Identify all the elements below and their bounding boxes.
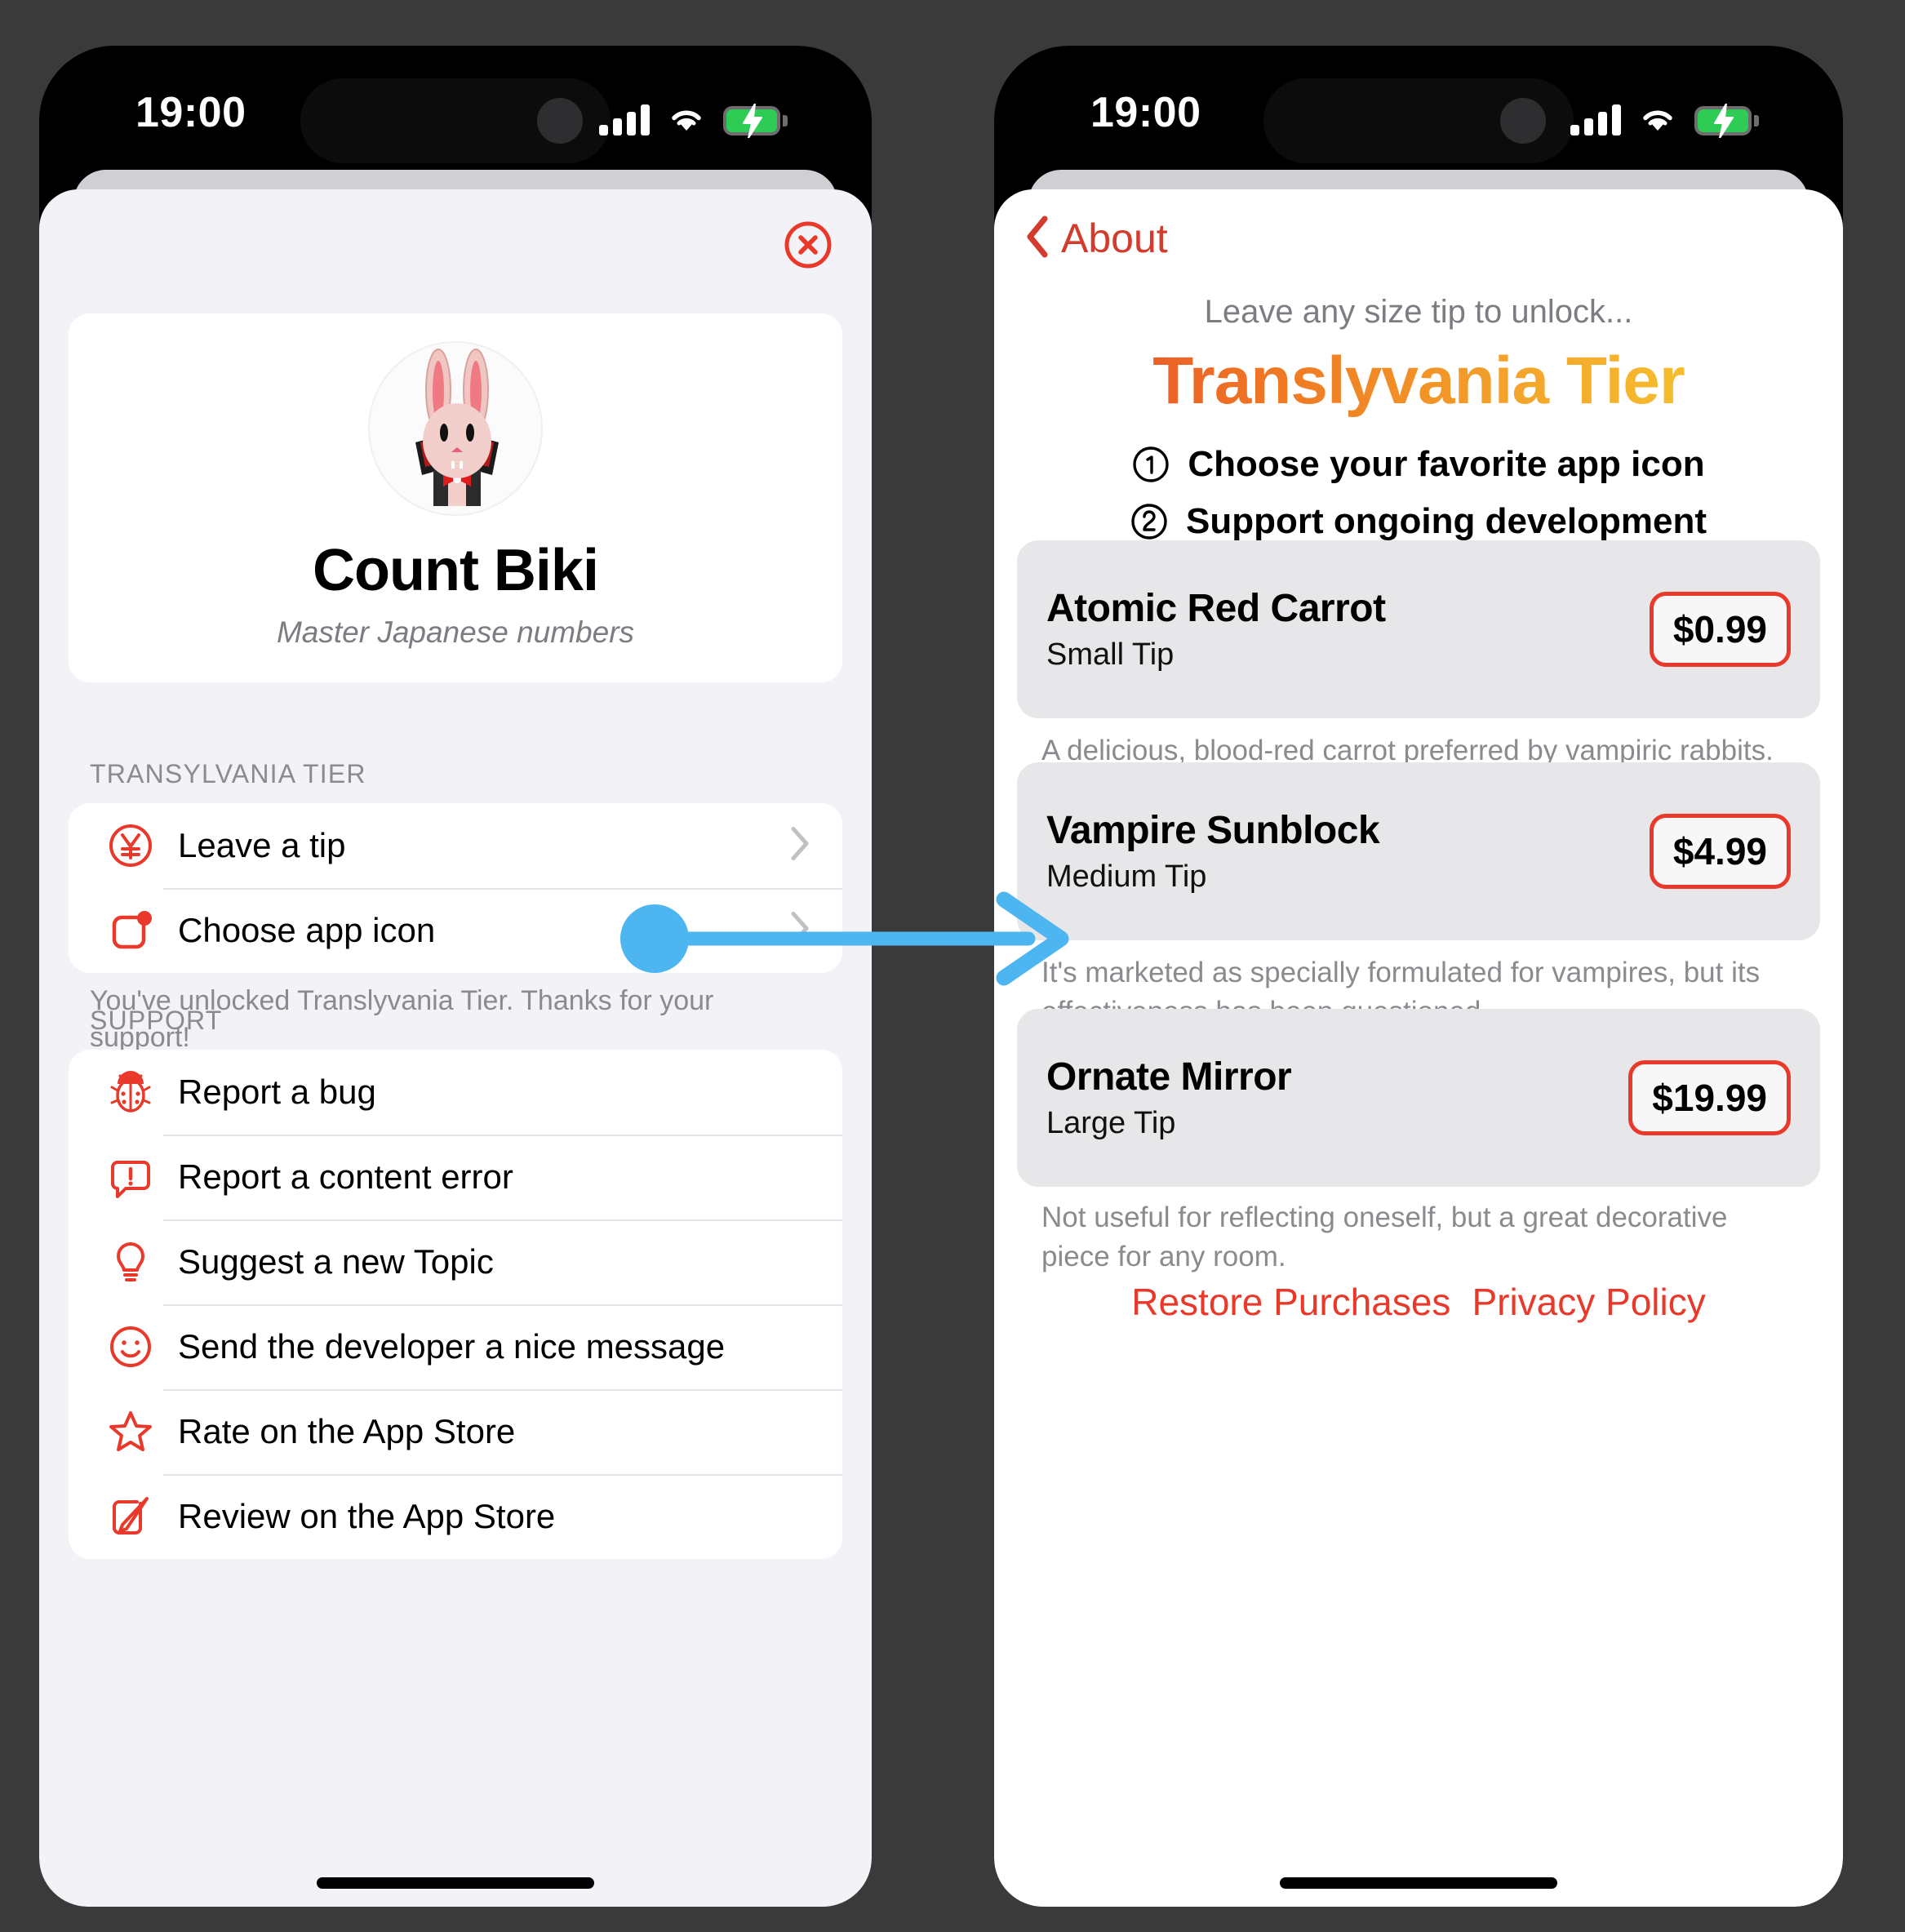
phone-right: 19:00 About Leave any size tip to unlock… — [994, 46, 1843, 1907]
wifi-icon — [1639, 104, 1676, 135]
tip-card[interactable]: Atomic Red Carrot Small Tip $0.99 — [1017, 540, 1820, 718]
sidebar-item-leave-a-tip[interactable]: Leave a tip — [69, 803, 842, 888]
front-camera-lens — [1500, 98, 1546, 144]
app-icon-badge-icon — [98, 908, 163, 953]
lightbulb-icon — [98, 1239, 163, 1285]
chevron-right-icon — [790, 826, 810, 866]
tip-detail-screen: About Leave any size tip to unlock... Tr… — [994, 189, 1843, 1907]
sidebar-item-choose-app-icon[interactable]: Choose app icon — [69, 888, 842, 973]
home-indicator — [317, 1877, 594, 1889]
chevron-right-icon — [790, 911, 810, 951]
vampire-bunny-avatar — [368, 341, 543, 516]
yen-circle-icon — [98, 823, 163, 868]
chevron-left-icon[interactable] — [1025, 215, 1050, 262]
row-label: Report a bug — [178, 1073, 376, 1111]
back-button[interactable]: About — [1061, 215, 1168, 262]
status-bar-left: 19:00 — [39, 46, 872, 176]
battery-charging-icon — [1694, 104, 1759, 138]
exclamation-bubble-icon — [98, 1154, 163, 1200]
number-two-circle-icon — [1130, 503, 1168, 540]
tip-card[interactable]: Ornate Mirror Large Tip $19.99 — [1017, 1009, 1820, 1187]
benefit-label: Choose your favorite app icon — [1188, 444, 1705, 484]
tip-description: Not useful for reflecting oneself, but a… — [1041, 1201, 1728, 1272]
smiley-face-icon — [98, 1324, 163, 1370]
sidebar-item-suggest-a-new-topic[interactable]: Suggest a new Topic — [69, 1219, 842, 1304]
purchase-button[interactable]: $19.99 — [1628, 1060, 1791, 1135]
sidebar-item-send-the-developer-a-nice-message[interactable]: Send the developer a nice message — [69, 1304, 842, 1389]
star-icon — [98, 1409, 163, 1455]
benefit-label: Support ongoing development — [1186, 501, 1707, 541]
status-bar-right: 19:00 — [994, 46, 1843, 176]
tier-group: Leave a tip Choose app icon — [69, 803, 842, 973]
wifi-icon — [668, 104, 705, 135]
row-label: Rate on the App Store — [178, 1412, 516, 1450]
list-item: Support ongoing development — [994, 501, 1843, 542]
pencil-square-icon — [98, 1494, 163, 1539]
restore-purchases-link[interactable]: Restore Purchases — [1131, 1280, 1450, 1324]
row-label: Suggest a new Topic — [178, 1242, 494, 1281]
tip-name: Vampire Sunblock — [1046, 809, 1380, 852]
purchase-button[interactable]: $4.99 — [1649, 814, 1791, 889]
cellular-signal-icon — [599, 104, 650, 135]
navigation-bar: About — [994, 189, 1843, 287]
support-group: Report a bug Report a content error Sugg… — [69, 1050, 842, 1559]
close-button[interactable] — [784, 220, 833, 269]
tip-name: Atomic Red Carrot — [1046, 587, 1386, 630]
row-label: Report a content error — [178, 1157, 513, 1196]
section-header-tier: TRANSYLVANIA TIER — [90, 759, 366, 788]
unlock-lead-text: Leave any size tip to unlock... — [1204, 294, 1633, 330]
row-label: Leave a tip — [178, 826, 346, 864]
dynamic-island — [1263, 78, 1574, 163]
sidebar-item-rate-on-the-app-store[interactable]: Rate on the App Store — [69, 1389, 842, 1474]
status-icons — [599, 91, 788, 138]
hero-subtitle: Master Japanese numbers — [276, 615, 635, 649]
sidebar-item-report-a-content-error[interactable]: Report a content error — [69, 1135, 842, 1219]
purchase-button[interactable]: $0.99 — [1649, 592, 1791, 667]
row-label: Review on the App Store — [178, 1497, 556, 1535]
about-screen: Count Biki Master Japanese numbers TRANS… — [39, 189, 872, 1907]
dynamic-island — [300, 78, 611, 163]
status-time: 19:00 — [1090, 89, 1201, 136]
ladybug-icon — [98, 1069, 163, 1115]
tip-size: Large Tip — [1046, 1106, 1176, 1140]
hero-card: Count Biki Master Japanese numbers — [69, 313, 842, 682]
cellular-signal-icon — [1570, 104, 1621, 135]
tip-size: Small Tip — [1046, 637, 1175, 672]
row-label: Send the developer a nice message — [178, 1327, 726, 1366]
front-camera-lens — [537, 98, 583, 144]
tier-title: Translyvania Tier — [994, 343, 1843, 420]
tip-name: Ornate Mirror — [1046, 1055, 1292, 1099]
list-item: Choose your favorite app icon — [994, 444, 1843, 485]
close-icon — [784, 221, 832, 269]
tip-card[interactable]: Vampire Sunblock Medium Tip $4.99 — [1017, 762, 1820, 940]
number-one-circle-icon — [1132, 446, 1170, 483]
home-indicator — [1280, 1877, 1557, 1889]
page-title: Count Biki — [313, 538, 599, 603]
status-time: 19:00 — [135, 89, 246, 136]
status-icons — [1570, 91, 1759, 138]
section-header-support: SUPPORT — [90, 1006, 223, 1035]
phone-left: 19:00 Count Biki Master Japanese numbers… — [39, 46, 872, 1907]
privacy-policy-link[interactable]: Privacy Policy — [1472, 1280, 1705, 1324]
sidebar-item-report-a-bug[interactable]: Report a bug — [69, 1050, 842, 1135]
sidebar-item-review-on-the-app-store[interactable]: Review on the App Store — [69, 1474, 842, 1559]
battery-charging-icon — [723, 104, 788, 138]
footer-links: Restore Purchases Privacy Policy — [994, 1280, 1843, 1324]
tip-size: Medium Tip — [1046, 859, 1207, 894]
row-label: Choose app icon — [178, 911, 436, 949]
